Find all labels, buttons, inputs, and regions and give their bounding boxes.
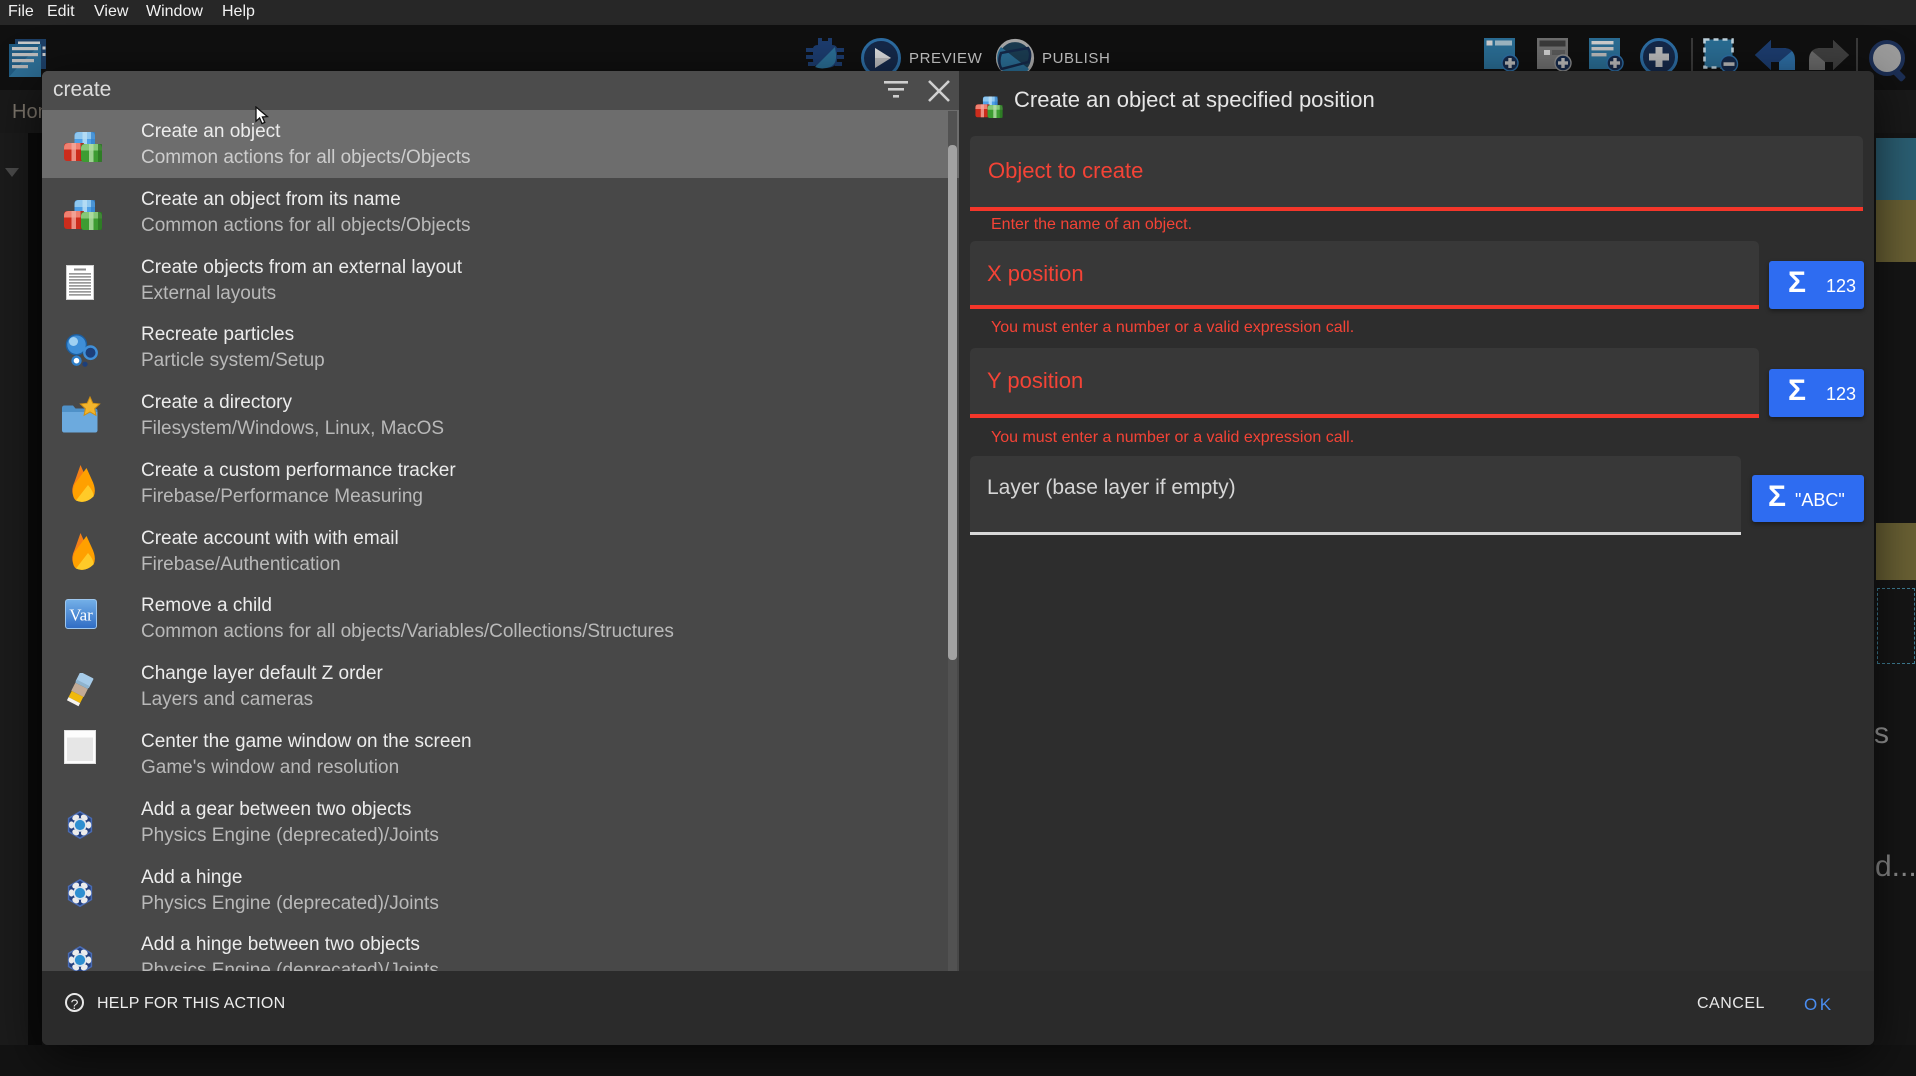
svg-text:Var: Var <box>69 606 93 625</box>
